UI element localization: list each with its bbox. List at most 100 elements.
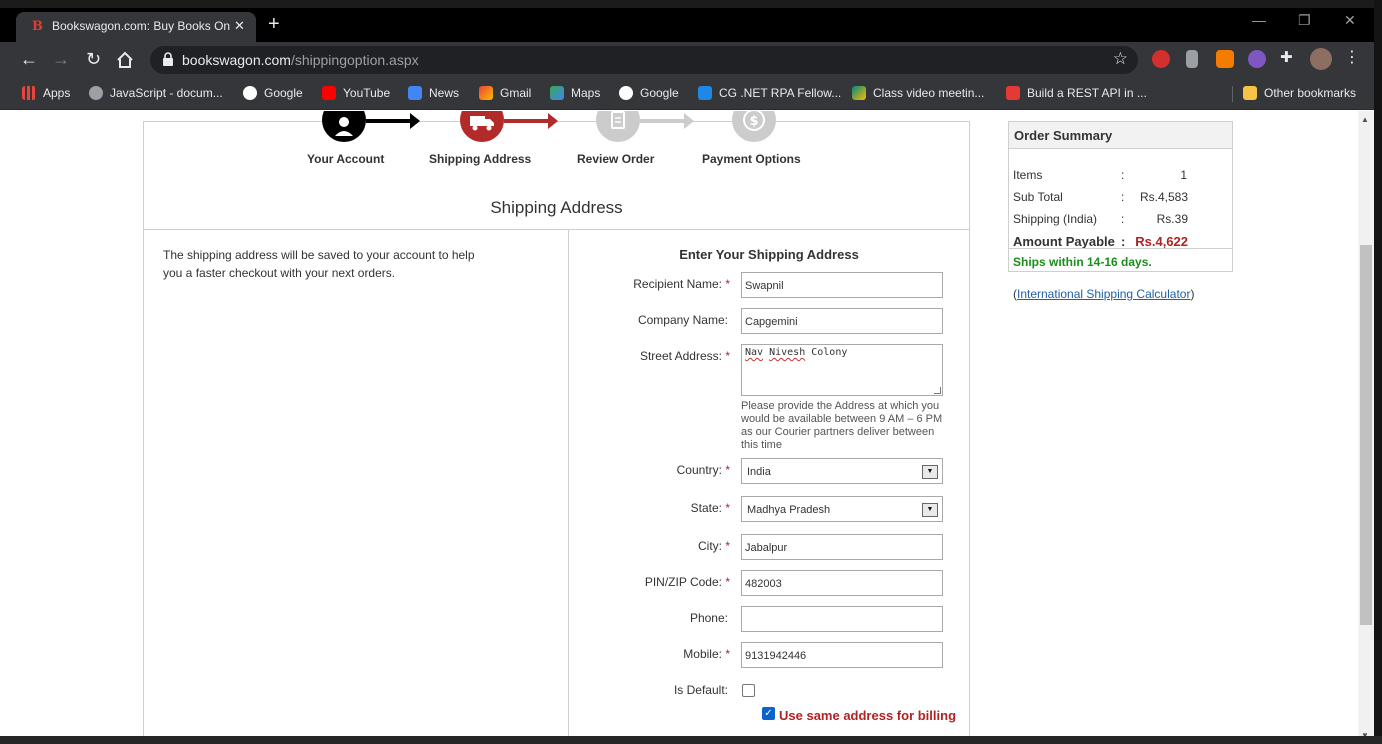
- summary-label: Items: [1013, 168, 1043, 182]
- summary-label: Amount Payable: [1013, 234, 1115, 249]
- extensions-puzzle-icon[interactable]: ✚: [1280, 48, 1298, 66]
- step-label-account: Your Account: [307, 152, 385, 166]
- taskbar-edge: [0, 736, 1382, 744]
- bookmark-label: Build a REST API in ...: [1027, 86, 1147, 100]
- bookmark-cg-net[interactable]: CG .NET RPA Fellow...: [698, 86, 841, 100]
- adblock-extension-icon[interactable]: [1152, 50, 1170, 68]
- city-label: City: *: [560, 539, 730, 553]
- step-label-review: Review Order: [577, 152, 655, 166]
- recipient-name-input[interactable]: Swapnil: [741, 272, 943, 298]
- street-label: Street Address: *: [560, 349, 730, 363]
- required-mark: *: [725, 539, 730, 553]
- label-text: Mobile:: [683, 647, 722, 661]
- label-text: PIN/ZIP Code:: [644, 575, 722, 589]
- restore-icon[interactable]: ❐: [1298, 12, 1311, 29]
- phone-label: Phone:: [689, 611, 728, 625]
- step-circle-payment: $: [732, 111, 776, 142]
- bookmark-gmail[interactable]: Gmail: [479, 86, 531, 100]
- back-icon[interactable]: ←: [20, 49, 38, 69]
- bookmark-google[interactable]: Google: [243, 86, 303, 100]
- pin-zip-input[interactable]: 482003: [741, 570, 943, 596]
- checkout-panel: $ Your Account Shipping Address Review O…: [143, 111, 970, 744]
- bookmark-label: Google: [264, 86, 303, 100]
- home-icon[interactable]: [116, 51, 134, 69]
- phone-input[interactable]: [741, 606, 943, 632]
- clipboard-icon: [611, 111, 625, 129]
- tab-close-icon[interactable]: ✕: [234, 18, 245, 34]
- street-word: Nav: [745, 347, 764, 358]
- address-bar[interactable]: bookswagon.com/shippingoption.aspx ☆: [150, 46, 1138, 74]
- bookmark-youtube[interactable]: YouTube: [322, 86, 390, 100]
- bookmark-javascript[interactable]: JavaScript - docum...: [89, 86, 223, 100]
- bookmark-google-2[interactable]: Google: [619, 86, 679, 100]
- bookmark-news[interactable]: News: [408, 86, 459, 100]
- company-name-input[interactable]: Capgemini: [741, 308, 943, 334]
- bookmark-class-video[interactable]: Class video meetin...: [852, 86, 984, 100]
- bookmarks-bar: Apps JavaScript - docum... Google YouTub…: [0, 78, 1374, 110]
- bookmark-label: YouTube: [343, 86, 391, 100]
- bookswagon-favicon-icon: B: [32, 19, 43, 34]
- menu-kebab-icon[interactable]: ⋮: [1344, 47, 1362, 66]
- summary-colon: :: [1121, 212, 1125, 226]
- is-default-label: Is Default:: [673, 683, 728, 697]
- chevron-down-icon[interactable]: ▼: [922, 503, 938, 517]
- form-title: Enter Your Shipping Address: [679, 247, 859, 262]
- browser-tab[interactable]: B Bookswagon.com: Buy Books Onl ✕: [16, 12, 256, 42]
- divider: [144, 229, 969, 230]
- recipient-label: Recipient Name: *: [560, 277, 730, 291]
- new-tab-icon[interactable]: +: [268, 13, 280, 35]
- bookmark-label: JavaScript - docum...: [110, 86, 223, 100]
- vertical-scrollbar[interactable]: ▲ ▼: [1358, 111, 1374, 744]
- apps-grid-icon: [22, 86, 36, 100]
- order-summary: Order Summary Items : 1 Sub Total : Rs.4…: [1008, 121, 1233, 272]
- required-mark: *: [725, 575, 730, 589]
- label-text: Recipient Name:: [633, 277, 722, 291]
- is-default-checkbox[interactable]: [742, 684, 755, 697]
- same-billing-checkbox[interactable]: ✓: [762, 707, 775, 720]
- city-input[interactable]: Jabalpur: [741, 534, 943, 560]
- step-circle-shipping: [460, 111, 504, 142]
- bookmark-rest-api[interactable]: Build a REST API in ...: [1006, 86, 1147, 100]
- state-select[interactable]: Madhya Pradesh ▼: [741, 496, 943, 522]
- color-extension-icon[interactable]: [1248, 50, 1266, 68]
- window-close-icon[interactable]: ✕: [1344, 12, 1356, 29]
- order-summary-title: Order Summary: [1009, 122, 1232, 149]
- summary-label: Sub Total: [1013, 190, 1063, 204]
- same-billing-label[interactable]: Use same address for billing: [779, 708, 956, 723]
- dollar-icon: $: [743, 111, 765, 131]
- bookmark-other[interactable]: Other bookmarks: [1243, 86, 1356, 100]
- ships-within-text: Ships within 14-16 days.: [1013, 255, 1152, 269]
- minimize-icon[interactable]: —: [1252, 12, 1266, 28]
- lock-icon: [162, 52, 174, 66]
- browser-window: B Bookswagon.com: Buy Books Onl ✕ + — ❐ …: [0, 8, 1374, 744]
- bookmark-label: Apps: [43, 86, 71, 100]
- scroll-up-icon[interactable]: ▲: [1361, 115, 1369, 124]
- forward-icon[interactable]: →: [52, 49, 70, 69]
- bookmark-label: CG .NET RPA Fellow...: [719, 86, 842, 100]
- office-extension-icon[interactable]: [1186, 50, 1198, 68]
- arrow-right-icon: [684, 113, 694, 129]
- bookmark-star-icon[interactable]: ☆: [1113, 49, 1128, 69]
- shipping-calculator-link[interactable]: International Shipping Calculator: [1017, 287, 1190, 301]
- profile-avatar[interactable]: [1310, 48, 1332, 70]
- resize-grip-icon[interactable]: [934, 387, 941, 394]
- label-text: City:: [697, 539, 722, 553]
- step-circle-account: [322, 111, 366, 142]
- info-text: The shipping address will be saved to yo…: [163, 248, 475, 280]
- orange-extension-icon[interactable]: [1216, 50, 1234, 68]
- street-address-textarea[interactable]: Nav Nivesh Colony: [741, 344, 943, 396]
- bookmark-apps[interactable]: Apps: [22, 86, 70, 100]
- bookmark-maps[interactable]: Maps: [550, 86, 600, 100]
- country-select[interactable]: India ▼: [741, 458, 943, 484]
- chevron-down-icon[interactable]: ▼: [922, 465, 938, 479]
- required-mark: *: [725, 463, 730, 477]
- paren: ): [1190, 287, 1195, 301]
- company-label: Company Name:: [637, 313, 728, 327]
- step-label-payment: Payment Options: [702, 152, 801, 166]
- scrollbar-thumb[interactable]: [1360, 245, 1372, 625]
- street-hint: Please provide the Address at which you …: [741, 400, 943, 451]
- maps-icon: [550, 86, 564, 100]
- label-text: Country:: [676, 463, 722, 477]
- mobile-input[interactable]: 9131942446: [741, 642, 943, 668]
- reload-icon[interactable]: ↻: [86, 49, 101, 69]
